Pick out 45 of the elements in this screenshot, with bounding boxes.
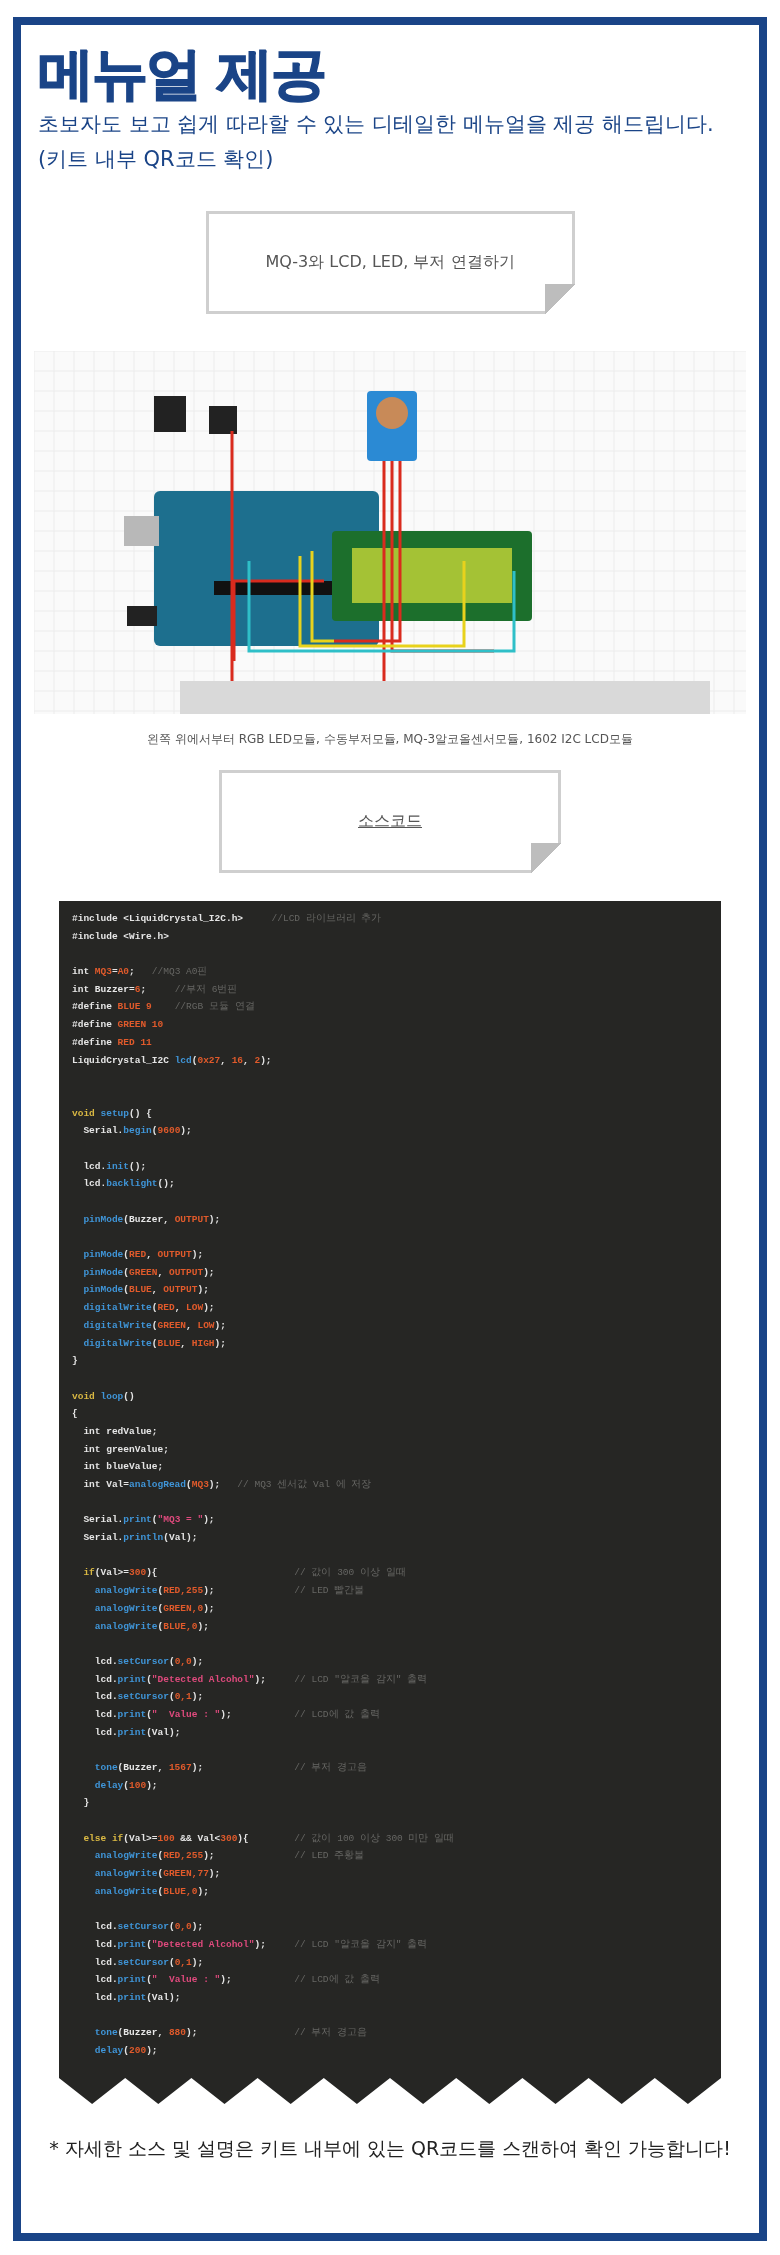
code-line: int greenValue; [82,1442,170,1457]
code-line: int blueValue; [82,1460,165,1475]
code-line: #include <Wire.h> [72,929,170,944]
code-line: lcd.backlight(); [82,1177,176,1192]
code-line: digitalWrite(BLUE, HIGH); [82,1336,227,1351]
code-line: Serial.println(Val); [82,1531,199,1546]
subtitle-line: 초보자도 보고 쉽게 따라할 수 있는 디테일한 메뉴얼을 제공 해드립니다. [38,111,714,138]
code-line: analogWrite(GREEN,77); [93,1867,222,1882]
code-line: analogWrite(GREEN,0); [93,1601,216,1616]
page-title: 메뉴얼 제공 [38,43,326,105]
code-line: int MQ3=A0; //MQ3 A0핀 [72,965,209,980]
code-line: void setup() { [72,1106,153,1121]
note-title: 소스코드 [358,811,422,832]
code-line: digitalWrite(GREEN, LOW); [82,1318,227,1333]
code-line: Serial.print("MQ3 = "); [82,1513,216,1528]
code-line: pinMode(RED, OUTPUT); [82,1248,205,1263]
code-line: void loop() [72,1389,136,1404]
code-line: lcd.setCursor(0,0); [93,1654,205,1669]
code-line: digitalWrite(RED, LOW); [82,1301,216,1316]
code-line: lcd.setCursor(0,1); [93,1955,205,1970]
code-line: delay(200); [93,2044,159,2058]
code-line: pinMode(Buzzer, OUTPUT); [82,1212,222,1227]
code-line: lcd.setCursor(0,0); [93,1920,205,1935]
code-line: Serial.begin(9600); [82,1124,193,1139]
code-line: analogWrite(RED,255); // LED 주황불 [93,1849,366,1864]
code-line: delay(100); [93,1778,159,1793]
code-line: pinMode(BLUE, OUTPUT); [82,1283,210,1298]
code-line: } [72,1354,79,1369]
code-line: #define GREEN 10 [72,1018,165,1033]
code-line: lcd.setCursor(0,1); [93,1690,205,1705]
code-line: #define RED 11 [72,1035,153,1050]
code-line: lcd.print(Val); [93,1725,182,1740]
footer-note: * 자세한 소스 및 설명은 키트 내부에 있는 QR코드를 스캔하여 확인 가능합니다! [49,2135,731,2161]
code-line: { [72,1407,79,1422]
note-title: MQ-3와 LCD, LED, 부저 연결하기 [265,252,515,273]
code-line: } [82,1796,91,1811]
code-line: lcd.init(); [82,1159,148,1174]
code-line: analogWrite(BLUE,0); [93,1884,210,1899]
code-line: LiquidCrystal_I2C lcd(0x27, 16, 2); [72,1053,273,1068]
code-line: int redValue; [82,1424,159,1439]
code-line: lcd.print(Val); [93,1990,182,2005]
subtitle-line: (키트 내부 QR코드 확인) [38,146,275,173]
code-line: pinMode(GREEN, OUTPUT); [82,1265,216,1280]
image-caption: 왼쪽 위에서부터 RGB LED모듈, 수동부저모듈, MQ-3알코올센서모듈, 1602 I2C LCD모듈 [147,731,633,748]
code-line: analogWrite(BLUE,0); [93,1619,210,1634]
